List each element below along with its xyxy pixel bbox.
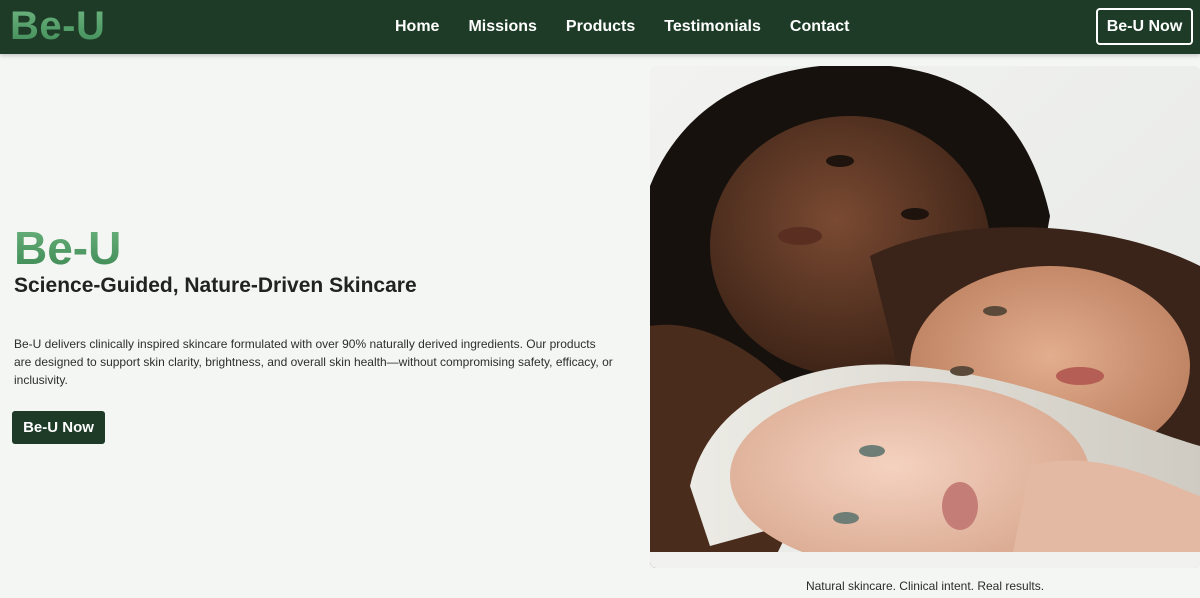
nav-link-missions[interactable]: Missions xyxy=(468,17,536,37)
navbar: Be-U Home Missions Products Testimonials… xyxy=(0,0,1200,54)
hero-image xyxy=(650,66,1200,568)
hero-subtitle: Science-Guided, Nature-Driven Skincare xyxy=(14,274,417,297)
hero-description: Be-U delivers clinically inspired skinca… xyxy=(14,337,613,387)
hero-image-illustration xyxy=(650,66,1200,568)
hero-cta-button[interactable]: Be-U Now xyxy=(12,411,105,444)
nav-link-home[interactable]: Home xyxy=(395,17,439,37)
hero-title: Be-U xyxy=(14,222,122,274)
nav-cta-button[interactable]: Be-U Now xyxy=(1096,8,1193,45)
brand-logo[interactable]: Be-U xyxy=(10,4,105,48)
nav-link-contact[interactable]: Contact xyxy=(790,17,850,37)
nav-links: Home Missions Products Testimonials Cont… xyxy=(395,17,849,37)
nav-link-products[interactable]: Products xyxy=(566,17,635,37)
nav-link-testimonials[interactable]: Testimonials xyxy=(664,17,761,37)
hero-image-caption: Natural skincare. Clinical intent. Real … xyxy=(805,579,1045,593)
